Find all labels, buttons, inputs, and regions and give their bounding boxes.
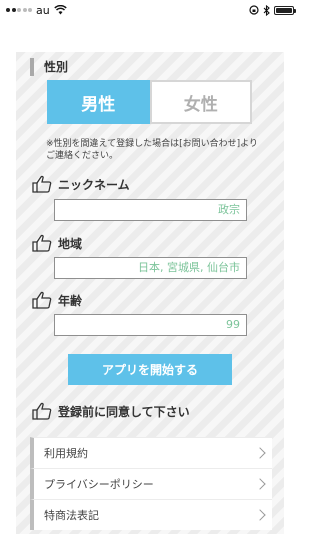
- wifi-icon: [54, 5, 67, 15]
- gender-toggle: 男性 女性: [47, 80, 252, 124]
- male-button[interactable]: 男性: [47, 80, 150, 124]
- age-label-text: 年齢: [58, 293, 83, 308]
- region-field[interactable]: 日本, 宮城県, 仙台市: [54, 257, 247, 279]
- nickname-label-text: ニックネーム: [58, 177, 130, 192]
- signal-icon: [6, 8, 32, 12]
- lock-rotation-icon: [249, 5, 259, 15]
- link-terms-label: 利用規約: [44, 447, 88, 460]
- link-terms[interactable]: 利用規約: [30, 437, 272, 468]
- chevron-right-icon: [254, 447, 266, 459]
- agree-label-text: 登録前に同意して下さい: [58, 404, 190, 419]
- region-label-text: 地域: [58, 236, 83, 251]
- battery-icon: [274, 5, 296, 15]
- thumbs-up-icon: [32, 291, 52, 309]
- gender-notice: ※性別を間違えて登録した場合は[お問い合わせ]よりご連絡ください。: [46, 139, 258, 161]
- link-commercial-law[interactable]: 特商法表記: [30, 499, 272, 530]
- thumbs-up-icon: [32, 175, 52, 193]
- female-button[interactable]: 女性: [149, 80, 252, 124]
- bluetooth-icon: [263, 4, 270, 16]
- agree-label: 登録前に同意して下さい: [32, 402, 190, 420]
- legal-link-list: 利用規約 プライバシーポリシー 特商法表記: [30, 437, 272, 530]
- age-label: 年齢: [32, 291, 82, 309]
- region-label: 地域: [32, 234, 82, 252]
- link-privacy-policy[interactable]: プライバシーポリシー: [30, 468, 272, 499]
- status-left: au: [6, 4, 67, 17]
- thumbs-up-icon: [32, 234, 52, 252]
- gender-section-label: 性別: [30, 58, 68, 76]
- nickname-field[interactable]: 政宗: [54, 199, 247, 221]
- age-field[interactable]: 99: [54, 314, 247, 336]
- link-privacy-label: プライバシーポリシー: [44, 478, 154, 491]
- chevron-right-icon: [254, 509, 266, 521]
- nickname-label: ニックネーム: [32, 175, 130, 193]
- start-app-button[interactable]: アプリを開始する: [68, 354, 232, 385]
- carrier-label: au: [36, 3, 50, 17]
- thumbs-up-icon: [32, 402, 52, 420]
- chevron-right-icon: [254, 478, 266, 490]
- status-right: [249, 4, 296, 16]
- status-bar: au: [0, 0, 300, 20]
- link-commercial-label: 特商法表記: [44, 509, 99, 522]
- header-area: [0, 20, 300, 52]
